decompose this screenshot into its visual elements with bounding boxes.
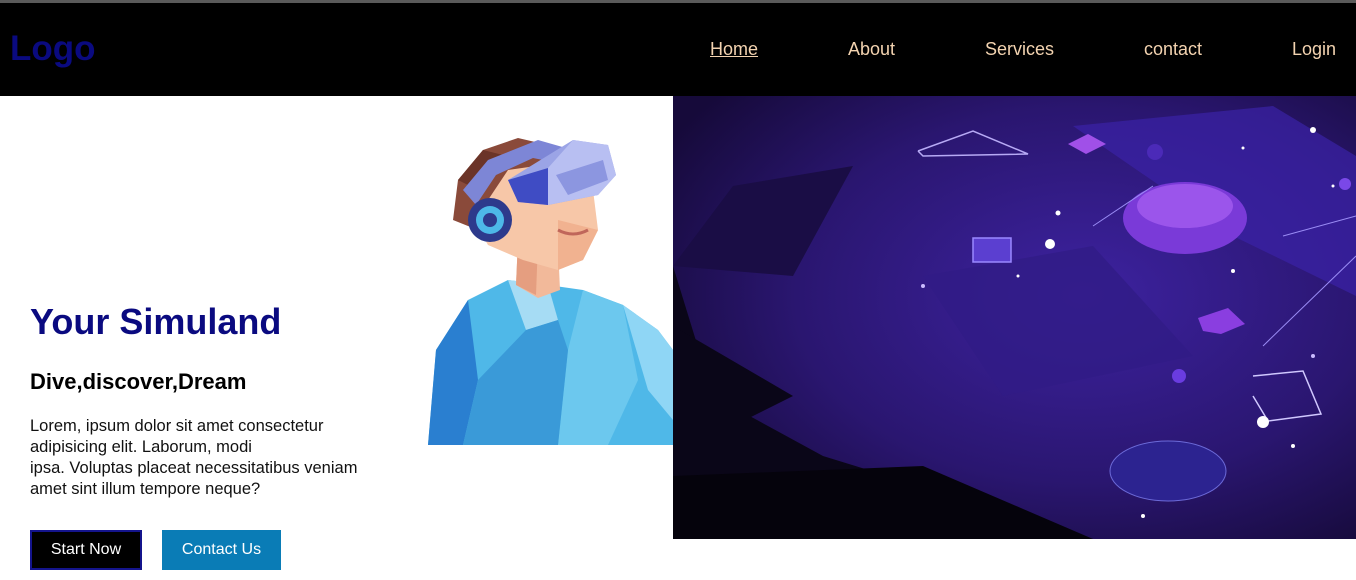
nav-link-contact[interactable]: contact [1144, 39, 1202, 59]
nav-link-services[interactable]: Services [985, 39, 1054, 59]
hero-description: Lorem, ipsum dolor sit amet consectetur … [30, 416, 400, 500]
hero-description-line: Lorem, ipsum dolor sit amet consectetur [30, 417, 324, 435]
nav-link-about[interactable]: About [848, 39, 895, 59]
hero-title: Your Simuland [30, 301, 282, 342]
contact-us-button[interactable]: Contact Us [162, 530, 281, 570]
space-artwork-image [673, 96, 1356, 539]
nav-link-home[interactable]: Home [710, 39, 758, 59]
start-now-button[interactable]: Start Now [30, 530, 142, 570]
hero-subtitle: Dive,discover,Dream [30, 369, 247, 394]
hero-description-line: adipisicing elit. Laborum, modi [30, 438, 252, 456]
vr-person-illustration [428, 138, 673, 445]
hero-description-line: amet sint illum tempore neque? [30, 480, 261, 498]
navbar: Logo Home About Services contact Login [0, 3, 1356, 96]
logo[interactable]: Logo [10, 29, 96, 69]
hero-description-line: ipsa. Voluptas placeat necessitatibus ve… [30, 459, 358, 477]
nav-link-login[interactable]: Login [1292, 39, 1336, 59]
